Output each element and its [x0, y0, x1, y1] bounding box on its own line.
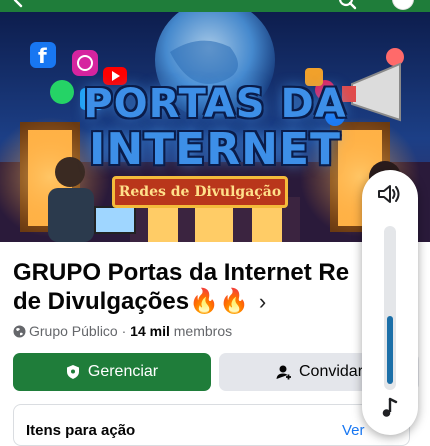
search-button[interactable]: [338, 0, 358, 16]
cover-ribbon: Redes de Divulgação: [112, 176, 288, 208]
back-button[interactable]: [10, 0, 28, 14]
music-volume-button[interactable]: [378, 396, 402, 425]
add-person-icon: [276, 365, 291, 380]
search-icon: [338, 0, 357, 10]
volume-level: [387, 316, 393, 384]
members-label: membros: [173, 323, 233, 339]
top-bar: [0, 0, 430, 12]
arrow-left-icon: [13, 0, 23, 8]
manage-label: Gerenciar: [87, 363, 159, 380]
group-meta: Grupo Público · 14 mil membros: [13, 323, 232, 339]
cover-title-line2: INTERNET: [88, 124, 342, 175]
speaker-button[interactable]: [376, 182, 402, 211]
member-count: 14 mil: [130, 323, 170, 339]
cover-title: PORTAS DA INTERNET: [0, 84, 430, 172]
globe-icon: [13, 325, 26, 338]
meta-separator: ·: [121, 323, 127, 339]
card-title: Itens para ação: [26, 422, 136, 439]
action-items-card: Itens para ação Ver: [13, 404, 410, 446]
volume-panel: [362, 170, 418, 435]
invite-label: Convidar: [298, 363, 364, 380]
group-title-line2: de Divulgações🔥🔥: [13, 288, 249, 315]
svg-text:f: f: [38, 44, 47, 68]
manage-button[interactable]: Gerenciar: [13, 353, 211, 391]
privacy-label: Grupo Público: [29, 323, 118, 339]
profile-avatar[interactable]: [392, 0, 414, 10]
cover-title-line1: PORTAS DA: [83, 81, 347, 127]
card-see-all-link[interactable]: Ver: [342, 422, 365, 439]
music-note-icon: [382, 397, 398, 417]
volume-slider[interactable]: [384, 226, 396, 390]
speaker-icon: [378, 185, 400, 203]
chevron-right-icon: ›: [258, 289, 267, 314]
shield-icon: [66, 365, 79, 379]
